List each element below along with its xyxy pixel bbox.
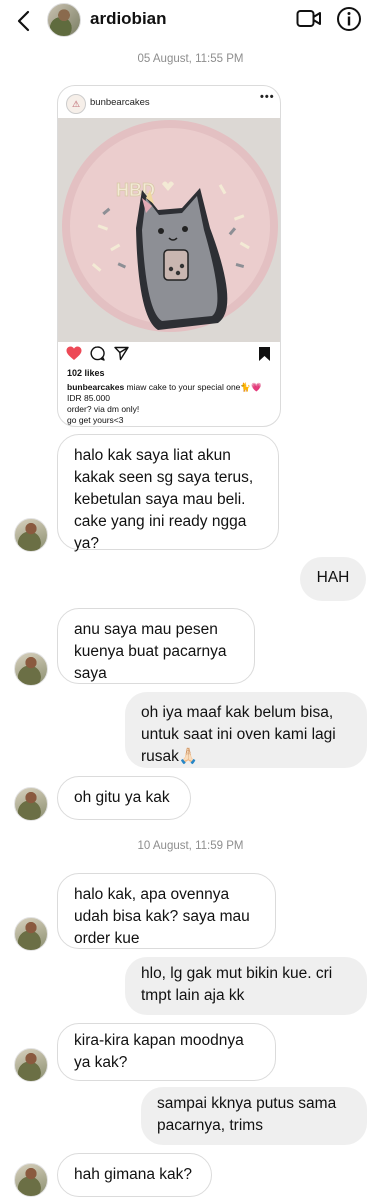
profile-avatar[interactable] [47, 3, 81, 37]
share-icon[interactable] [114, 346, 129, 361]
shared-post-card[interactable]: ⚠ bunbearcakes ••• HBD 102 likes bunbear… [57, 85, 281, 427]
message-bubble-outgoing[interactable]: sampai kknya putus sama pacarnya, trims [141, 1087, 367, 1145]
cake-photo: HBD [58, 118, 280, 342]
more-options-icon[interactable]: ••• [260, 91, 275, 103]
message-bubble-incoming[interactable]: kira-kira kapan moodnya ya kak? [57, 1023, 276, 1081]
message-bubble-incoming[interactable]: halo kak, apa ovennya udah bisa kak? say… [57, 873, 276, 949]
caption-text: miaw cake to your special one🐈💗 [126, 382, 262, 392]
message-bubble-outgoing[interactable]: hlo, lg gak mut bikin kue. cri tmpt lain… [125, 957, 367, 1015]
caption-line: go get yours<3 [67, 415, 124, 425]
like-heart-icon[interactable] [66, 346, 82, 361]
chat-header: ardiobian [0, 0, 381, 44]
post-header: ⚠ bunbearcakes ••• [58, 86, 280, 118]
sender-avatar[interactable] [14, 917, 48, 951]
post-likes-count: 102 likes [67, 368, 105, 378]
message-bubble-outgoing[interactable]: oh iya maaf kak belum bisa, untuk saat i… [125, 692, 367, 768]
post-action-bar [58, 344, 280, 366]
message-bubble-incoming[interactable]: oh gitu ya kak [57, 776, 191, 820]
back-arrow-icon[interactable] [14, 10, 34, 32]
caption-line: IDR 85.000 [67, 393, 110, 403]
bookmark-icon[interactable] [258, 346, 271, 362]
date-separator: 05 August, 11:55 PM [137, 53, 244, 65]
post-username[interactable]: bunbearcakes [90, 97, 150, 108]
sender-avatar[interactable] [14, 1048, 48, 1082]
sender-avatar[interactable] [14, 518, 48, 552]
comment-icon[interactable] [90, 346, 105, 361]
message-bubble-incoming[interactable]: anu saya mau pesen kuenya buat pacarnya … [57, 608, 255, 684]
post-caption: bunbearcakes miaw cake to your special o… [67, 382, 275, 426]
date-separator: 10 August, 11:59 PM [137, 840, 244, 852]
sender-avatar[interactable] [14, 787, 48, 821]
video-call-icon[interactable] [296, 8, 322, 30]
message-bubble-outgoing[interactable]: HAH [300, 557, 366, 601]
message-bubble-incoming[interactable]: halo kak saya liat akun kakak seen sg sa… [57, 434, 279, 552]
message-bubble-incoming[interactable]: hah gimana kak? [57, 1153, 212, 1197]
profile-username[interactable]: ardiobian [90, 9, 167, 29]
caption-line: order? via dm only! [67, 404, 140, 414]
sender-avatar[interactable] [14, 1163, 48, 1197]
info-icon[interactable] [336, 6, 362, 32]
caption-username: bunbearcakes [67, 382, 125, 392]
post-account-logo: ⚠ [66, 94, 86, 114]
sender-avatar[interactable] [14, 652, 48, 686]
